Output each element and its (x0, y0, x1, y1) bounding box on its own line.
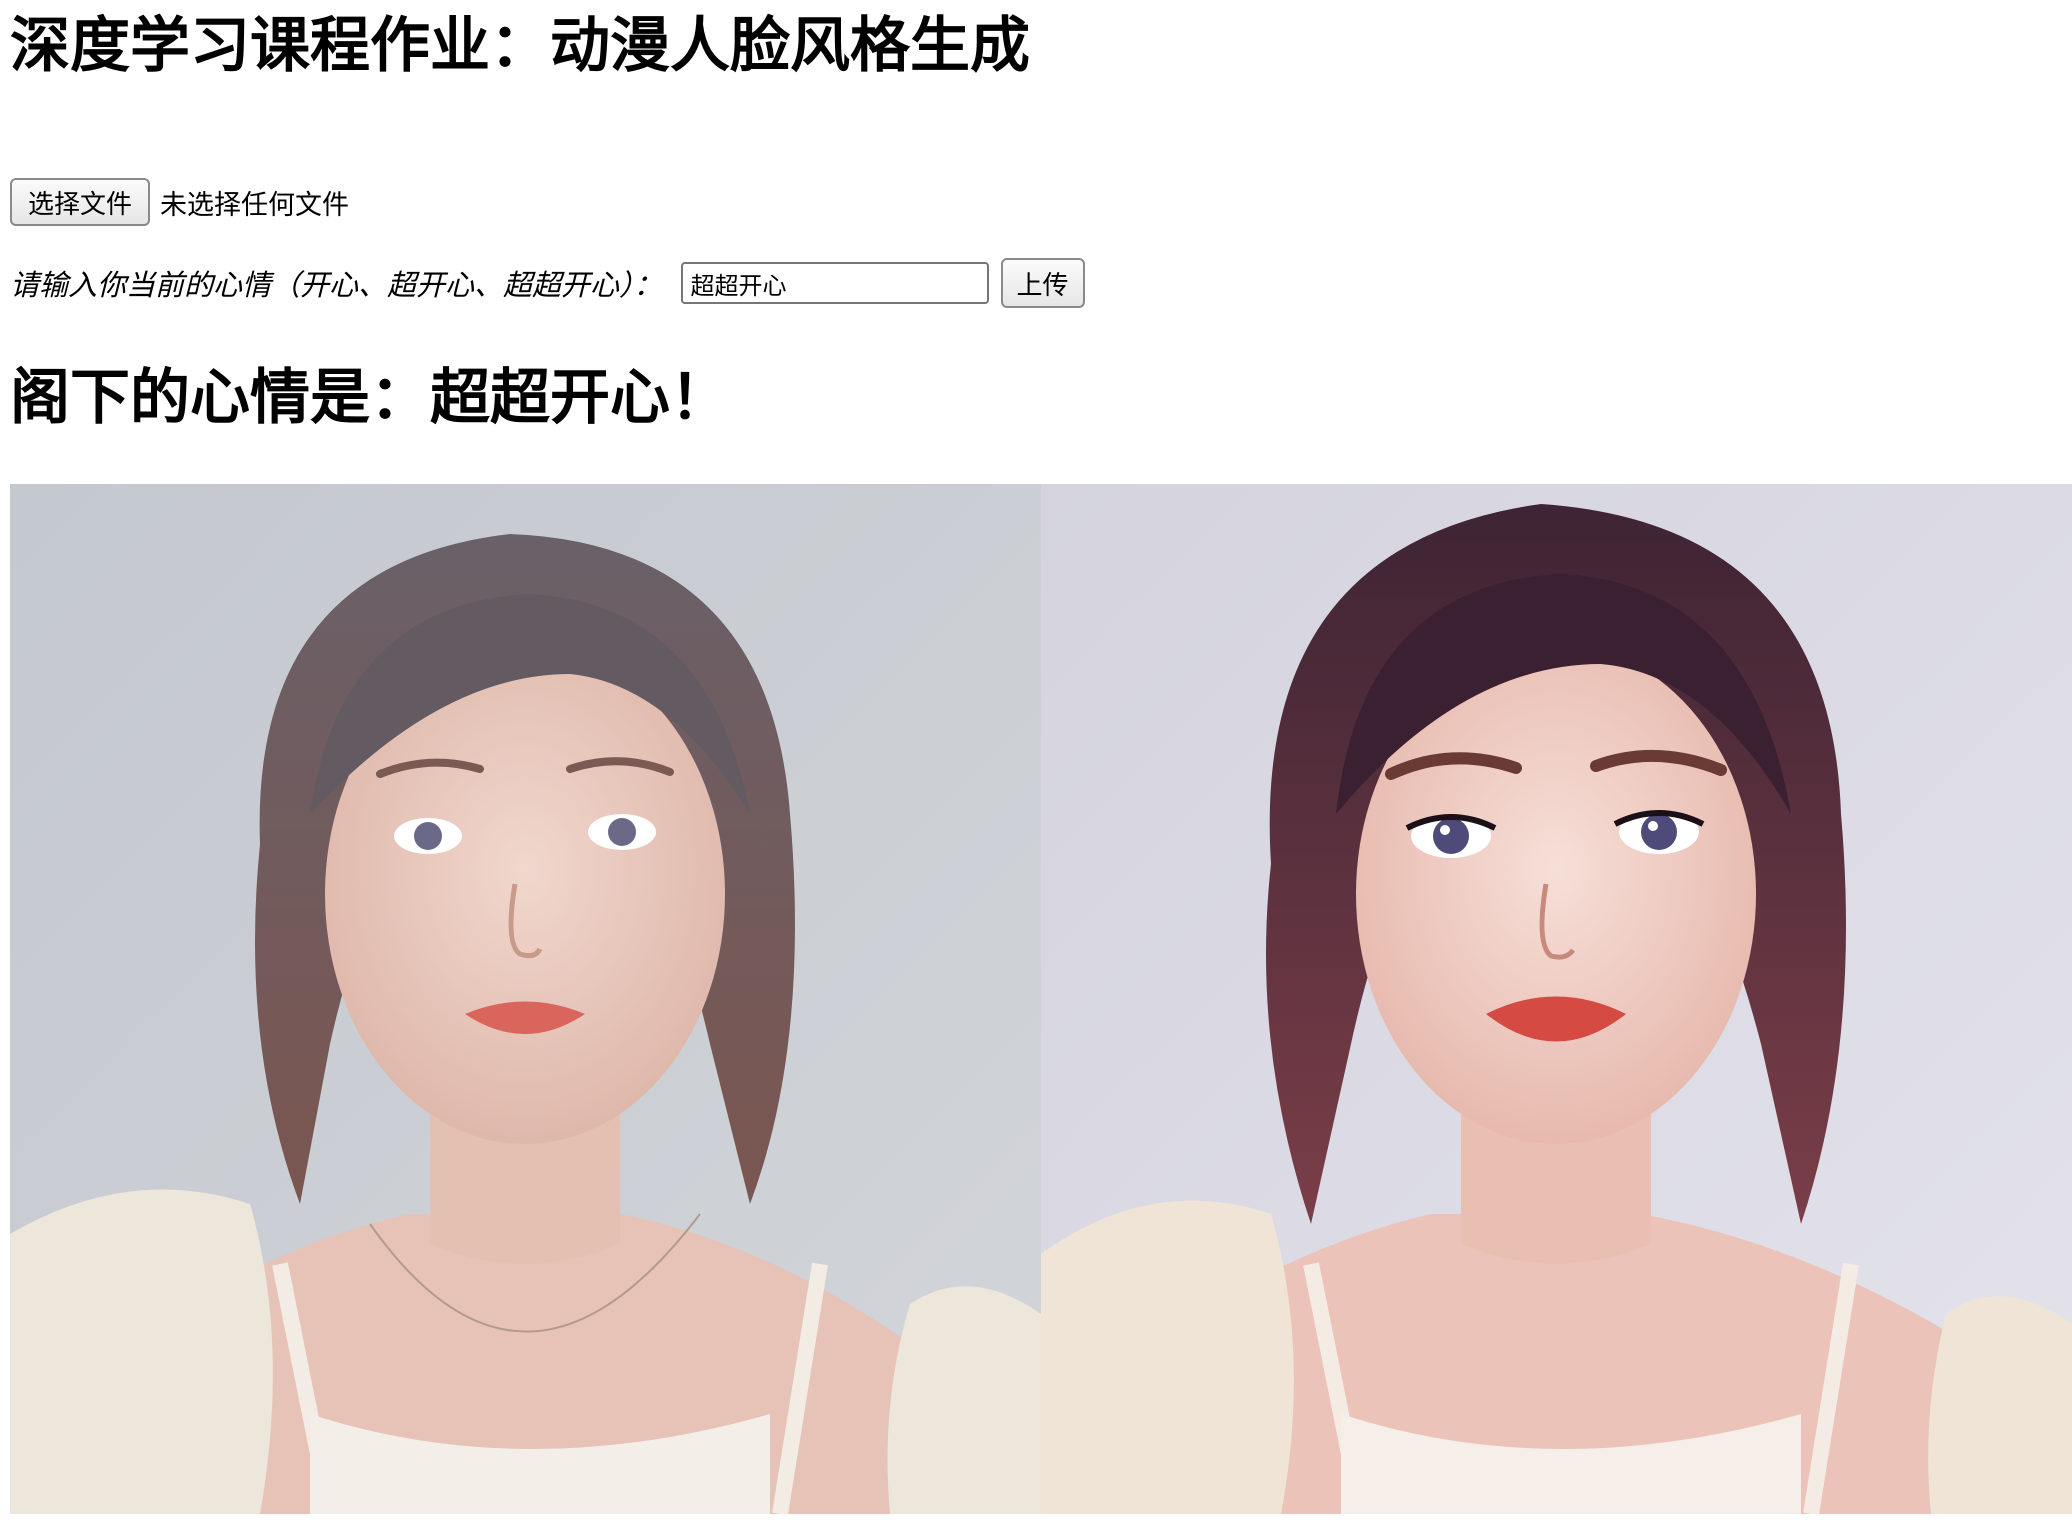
choose-file-button[interactable]: 选择文件 (10, 178, 151, 226)
mood-result-heading: 阁下的心情是：超超开心！ (10, 363, 730, 433)
mood-label: 请输入你当前的心情（开心、超开心、超超开心）： (10, 268, 663, 302)
page-title: 深度学习课程作业：动漫人脸风格生成 (10, 11, 1030, 81)
upload-button[interactable]: 上传 (1000, 258, 1085, 308)
anime-portrait-image (1041, 484, 2072, 1514)
file-upload-row: 选择文件 未选择任何文件 (10, 178, 349, 226)
mood-form: 请输入你当前的心情（开心、超开心、超超开心）： 上传 (10, 258, 1085, 308)
image-comparison (10, 484, 2072, 1514)
original-portrait-image (10, 484, 1041, 1514)
file-status-text: 未选择任何文件 (160, 189, 350, 221)
page: 深度学习课程作业：动漫人脸风格生成 选择文件 未选择任何文件 请输入你当前的心情… (0, 0, 2072, 1522)
mood-input[interactable] (680, 262, 989, 304)
